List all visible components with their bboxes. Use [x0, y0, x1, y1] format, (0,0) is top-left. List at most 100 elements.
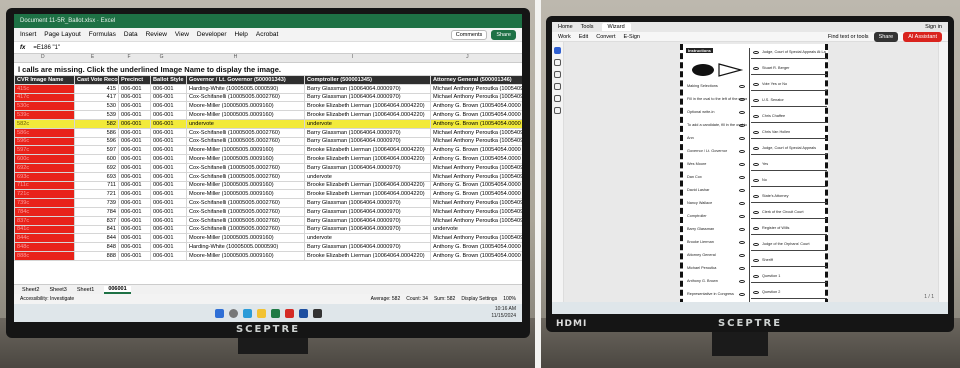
ballot-oval[interactable] [753, 291, 759, 294]
table-cell[interactable]: 721 [74, 189, 119, 200]
ballot-oval[interactable] [739, 189, 745, 192]
ballot-oval[interactable] [739, 267, 745, 270]
table-cell[interactable]: 006-001 [150, 242, 187, 252]
cvr-image-link[interactable]: 888c [14, 250, 75, 261]
ballot-oval[interactable] [753, 115, 759, 118]
table-cell[interactable]: 006-001 [150, 101, 187, 112]
table-cell[interactable]: Moore-Miller (10005005.0009160) [186, 180, 305, 191]
table-cell[interactable]: 006-001 [150, 92, 187, 103]
table-cell[interactable]: 006-001 [150, 162, 187, 173]
share-button[interactable]: Share [491, 29, 516, 40]
cvr-image-link[interactable]: 530c [14, 101, 75, 112]
table-row[interactable]: 848c 848 006-001 006-001 Harding-White (1000… [14, 242, 522, 252]
table-cell[interactable]: 692 [74, 162, 119, 173]
table-cell[interactable]: Anthony G. Brown (10054054.0000 [430, 101, 522, 112]
excel-icon[interactable] [270, 308, 280, 318]
sign-tool-icon[interactable] [554, 107, 561, 114]
ballot-oval[interactable] [753, 259, 759, 262]
ballot-oval[interactable] [753, 131, 759, 134]
table-cell[interactable]: 006-001 [150, 118, 187, 129]
ribbon-help[interactable]: Help [235, 31, 248, 38]
table-row[interactable]: 417c 417 006-001 006-001 Cox-Schifanelli (10… [14, 92, 522, 103]
accessibility-status[interactable]: Accessibility: Investigate [20, 296, 74, 302]
table-cell[interactable]: 006-001 [118, 101, 151, 112]
table-cell[interactable]: Brooke Elizabeth Lierman (10064064.00042… [304, 189, 431, 200]
ribbon-acrobat[interactable]: Acrobat [256, 31, 278, 38]
ballot-oval[interactable] [739, 176, 745, 179]
sheet-tab[interactable]: Sheet1 [77, 287, 94, 293]
table-cell[interactable]: 006-001 [118, 110, 151, 120]
cvr-image-link[interactable]: 596c [14, 136, 75, 147]
table-cell[interactable]: 006-001 [118, 206, 151, 217]
header-cvr-image[interactable]: CVR Image Name [14, 75, 75, 85]
table-row[interactable]: 837c 837 006-001 006-001 Cox-Schifanelli (10… [14, 215, 522, 226]
ribbon-developer[interactable]: Developer [197, 31, 227, 38]
table-cell[interactable]: Michael Anthony Peroutka (1005409 [430, 83, 522, 94]
table-row[interactable]: 596c 596 006-001 006-001 Cox-Schifanelli (10… [14, 136, 522, 147]
table-row[interactable]: 530c 530 006-001 006-001 Moore-Miller (10005… [14, 101, 522, 112]
table-cell[interactable]: 006-001 [118, 171, 151, 182]
table-cell[interactable]: 006-001 [118, 242, 151, 252]
col-letter[interactable]: F [114, 54, 145, 62]
table-cell[interactable]: 006-001 [118, 215, 151, 226]
cvr-image-link[interactable]: 784c [14, 206, 75, 217]
table-cell[interactable]: 006-001 [150, 215, 187, 226]
table-cell[interactable]: 844 [74, 233, 119, 244]
zoom-level[interactable]: 100% [503, 296, 516, 302]
table-cell[interactable]: Michael Anthony Peroutka (1005409 [430, 92, 522, 103]
table-cell[interactable]: 006-001 [150, 233, 187, 244]
table-cell[interactable]: 530 [74, 101, 119, 112]
table-row[interactable]: 415c 415 006-001 006-001 Harding-White (1000… [14, 83, 522, 94]
table-cell[interactable]: Moore-Miller (10005005.0009160) [186, 233, 305, 244]
table-cell[interactable]: Cox-Schifanelli (10005005.0002760) [186, 215, 305, 226]
table-cell[interactable]: Barry Glassman (10064064.0000970) [304, 224, 431, 235]
table-cell[interactable]: Anthony G. Brown (10054054.0000 [430, 154, 522, 164]
table-cell[interactable]: Barry Glassman (10064064.0000970) [304, 83, 431, 94]
ballot-oval[interactable] [753, 147, 759, 150]
ballot-oval[interactable] [739, 215, 745, 218]
table-cell[interactable]: undervote [186, 118, 305, 129]
draw-tool-icon[interactable] [554, 83, 561, 90]
sheet-tab-active[interactable]: 006001 [104, 285, 131, 294]
col-letter[interactable]: G [144, 54, 179, 62]
table-row[interactable]: 597c 597 006-001 006-001 Moore-Miller (10005… [14, 145, 522, 156]
table-cell[interactable]: 006-001 [118, 198, 151, 208]
col-letter[interactable]: E [72, 54, 114, 62]
outlook-icon[interactable] [298, 308, 308, 318]
col-letter[interactable]: J [413, 54, 522, 62]
header-governor[interactable]: Governor / Lt. Governor (500001343) [186, 75, 305, 85]
table-cell[interactable]: Michael Anthony Peroutka (1005409 [430, 127, 522, 138]
table-cell[interactable]: Cox-Schifanelli (10005005.0002760) [186, 127, 305, 138]
table-cell[interactable]: Anthony G. Brown (10054054.0000 [430, 145, 522, 156]
table-cell[interactable]: 597 [74, 145, 119, 156]
table-cell[interactable]: Michael Anthony Peroutka (1005409 [430, 162, 522, 173]
table-cell[interactable]: Anthony G. Brown (10054054.0000 [430, 118, 522, 129]
table-cell[interactable]: 006-001 [118, 154, 151, 164]
cvr-image-link[interactable]: 739c [14, 198, 75, 208]
table-cell[interactable]: 582 [74, 118, 119, 129]
ballot-oval[interactable] [739, 241, 745, 244]
ballot-oval[interactable] [753, 51, 759, 54]
table-cell[interactable]: Barry Glassman (10064064.0000970) [304, 198, 431, 208]
table-row[interactable]: 586c 586 006-001 006-001 Cox-Schifanelli (10… [14, 127, 522, 138]
find-tools-input[interactable]: Find text or tools [828, 34, 869, 40]
table-cell[interactable]: Brooke Elizabeth Lierman (10064064.00042… [304, 180, 431, 191]
pdf-tab-home[interactable]: Home [558, 24, 573, 30]
search-icon[interactable] [228, 308, 238, 318]
table-cell[interactable]: 006-001 [118, 92, 151, 103]
table-cell[interactable]: Michael Anthony Peroutka (1005409 [430, 206, 522, 217]
ballot-oval[interactable] [739, 254, 745, 257]
table-cell[interactable]: undervote [304, 171, 431, 182]
cvr-image-link[interactable]: 417c [14, 92, 75, 103]
table-cell[interactable]: 006-001 [150, 136, 187, 147]
app-icon[interactable] [312, 308, 322, 318]
folder-icon[interactable] [256, 308, 266, 318]
table-row[interactable]: 784c 784 006-001 006-001 Cox-Schifanelli (10… [14, 206, 522, 217]
table-cell[interactable]: 600 [74, 154, 119, 164]
select-tool-icon[interactable] [554, 47, 561, 54]
table-cell[interactable]: 006-001 [150, 180, 187, 191]
table-row[interactable]: 539c 539 006-001 006-001 Moore-Miller (10005… [14, 110, 522, 120]
table-cell[interactable]: Anthony G. Brown (10054054.0000 [430, 110, 522, 120]
table-cell[interactable]: 693 [74, 171, 119, 182]
cvr-image-link[interactable]: 582c [14, 118, 75, 129]
